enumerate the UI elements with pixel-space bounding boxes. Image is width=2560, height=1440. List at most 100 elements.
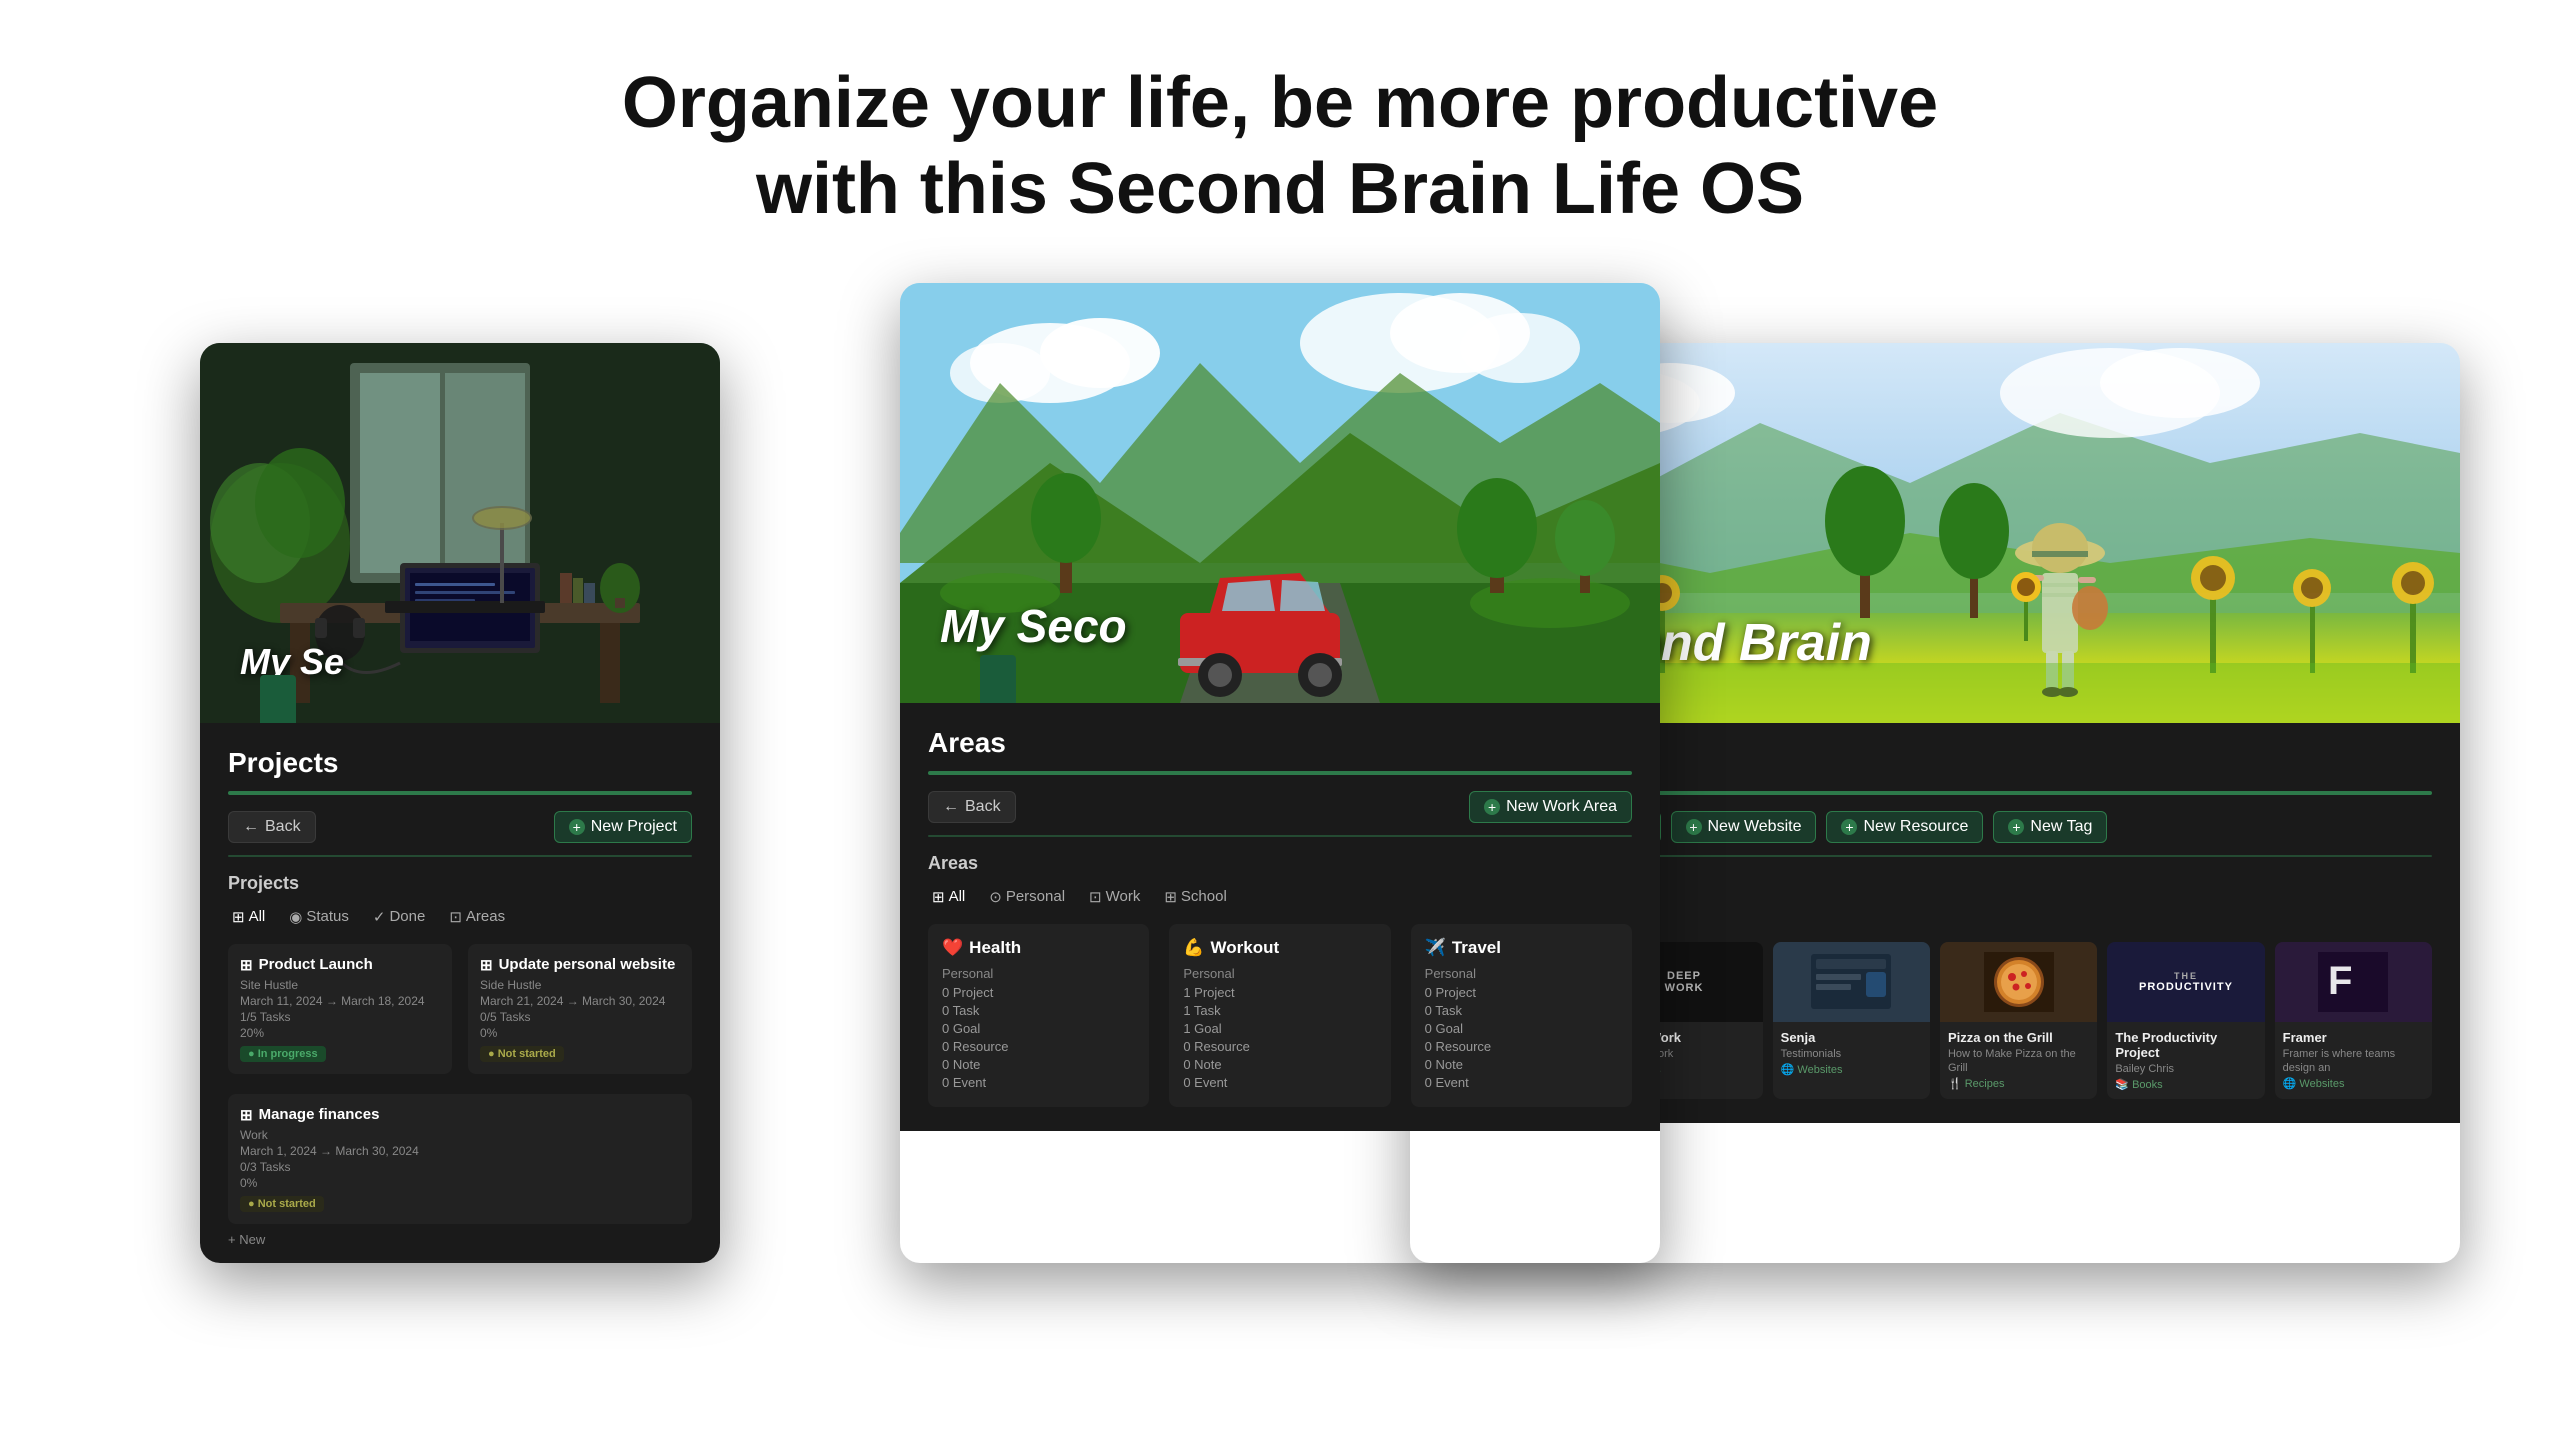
check-icon: ✓ (373, 908, 386, 926)
area-workout: 💪 Workout Personal 1 Project 1 Task 1 Go… (1169, 924, 1390, 1107)
grid-icon: ⊞ (232, 908, 245, 926)
project-1-status: ● In progress (240, 1046, 326, 1062)
areas-toolbar: ← Back + New Work Area (928, 791, 1632, 823)
project-icon-2: ⊞ (480, 956, 493, 974)
new-resource-btn[interactable]: + New Resource (1826, 811, 1983, 843)
travel-events: 0 Event (1425, 1075, 1618, 1090)
cards-wrapper: My Se Projects ← Back + New Project Proj… (0, 283, 2560, 1383)
work-icon: ⊡ (1089, 888, 1102, 906)
projects-card-image: My Se (200, 343, 720, 723)
resource-name-6: Framer (2283, 1030, 2424, 1045)
center-card-title: My Seco (940, 599, 1127, 653)
page-header: Organize your life, be more productive w… (0, 0, 2560, 273)
projects-sub-title: Projects (228, 873, 692, 894)
project-1-category: Site Hustle (240, 978, 440, 992)
resource-info-5: The Productivity Project Bailey Chris 📚 … (2107, 1022, 2264, 1099)
travel-notes: 0 Note (1425, 1057, 1618, 1072)
travel-title: ✈️ Travel (1425, 938, 1618, 958)
health-icon: ❤️ (942, 938, 963, 958)
resource-name-5: The Productivity Project (2115, 1030, 2256, 1060)
resource-info-4: Pizza on the Grill How to Make Pizza on … (1940, 1022, 2097, 1099)
health-resources: 0 Resource (942, 1039, 1135, 1054)
resource-item-6[interactable]: F Framer Framer is where teams design an… (2275, 942, 2432, 1099)
personal-icon: ⊙ (989, 888, 1002, 906)
new-tag-btn[interactable]: + New Tag (1993, 811, 2107, 843)
area-travel: ✈️ Travel Personal 0 Project 0 Task 0 Go… (1411, 924, 1632, 1107)
resource-tag-3: 🌐 Websites (1781, 1063, 1922, 1076)
resource-item-5[interactable]: THE PRODUCTIVITY The Productivity Projec… (2107, 942, 2264, 1099)
travel-icon: ✈️ (1425, 938, 1446, 958)
project-3-category: Work (240, 1128, 680, 1142)
resource-desc-5: Bailey Chris (2115, 1062, 2256, 1076)
food-svg (1984, 952, 2054, 1012)
project-2-progress: 0% (480, 1026, 680, 1040)
travel-projects: 0 Project (1425, 985, 1618, 1000)
project-3-status: ● Not started (240, 1196, 324, 1212)
areas-filter-all[interactable]: ⊞ All (928, 886, 969, 908)
workout-notes: 0 Note (1183, 1057, 1376, 1072)
framer-svg: F (2318, 952, 2388, 1012)
travel-tasks: 0 Task (1425, 1003, 1618, 1018)
projects-content: Projects ← Back + New Project Projects ⊞… (200, 723, 720, 1263)
new-work-area-btn[interactable]: + New Work Area (1469, 791, 1632, 823)
filter-all[interactable]: ⊞ All (228, 906, 269, 928)
workout-resources: 0 Resource (1183, 1039, 1376, 1054)
resource-item-3[interactable]: Senja Testimonials 🌐 Websites (1773, 942, 1930, 1099)
headline: Organize your life, be more productive w… (0, 60, 2560, 233)
new-project-btn[interactable]: + New Project (554, 811, 692, 843)
areas-plus-icon: + (1484, 799, 1500, 815)
project-3-progress: 0% (240, 1176, 680, 1190)
projects-card: My Se Projects ← Back + New Project Proj… (200, 343, 720, 1263)
resource-desc-4: How to Make Pizza on the Grill (1948, 1047, 2089, 1076)
project-2-status: ● Not started (480, 1046, 564, 1062)
new-website-btn[interactable]: + New Website (1671, 811, 1817, 843)
left-bookmark (260, 675, 296, 723)
resource-desc-6: Framer is where teams design an (2283, 1047, 2424, 1076)
projects-bar (228, 791, 692, 795)
resource-thumb-3 (1773, 942, 1930, 1022)
areas-card-image: My Seco (900, 283, 1660, 703)
new-project-inline-btn[interactable]: + New (228, 1232, 692, 1247)
back-arrow-icon: ← (243, 818, 259, 836)
status-icon: ◉ (289, 908, 302, 926)
project-2-date: March 21, 2024 → March 30, 2024 (480, 994, 680, 1008)
resource-item-4[interactable]: Pizza on the Grill How to Make Pizza on … (1940, 942, 2097, 1099)
filter-areas[interactable]: ⊡ Areas (445, 906, 509, 928)
workout-icon: 💪 (1183, 938, 1204, 958)
project-item-1: ⊞ Product Launch Site Hustle March 11, 2… (228, 944, 452, 1074)
website-svg (1811, 954, 1891, 1009)
areas-filter-school[interactable]: ⊞ School (1160, 886, 1230, 908)
areas-sub-title: Areas (928, 853, 1632, 874)
resource-thumb-5: THE PRODUCTIVITY (2107, 942, 2264, 1022)
health-title: ❤️ Health (942, 938, 1135, 958)
project-1-date: March 11, 2024 → March 18, 2024 (240, 994, 440, 1008)
project-3-date: March 1, 2024 → March 30, 2024 (240, 1144, 680, 1158)
tag-plus-icon: + (2008, 819, 2024, 835)
resource-plus-icon: + (1841, 819, 1857, 835)
project-row-1: ⊞ Product Launch Site Hustle March 11, 2… (228, 944, 692, 1074)
plus-icon: + (569, 819, 585, 835)
project-1-tasks: 1/5 Tasks (240, 1010, 440, 1024)
project-2-tasks: 0/5 Tasks (480, 1010, 680, 1024)
workout-goals: 1 Goal (1183, 1021, 1376, 1036)
health-goals: 0 Goal (942, 1021, 1135, 1036)
resource-thumb-4 (1940, 942, 2097, 1022)
filter-status[interactable]: ◉ Status (285, 906, 353, 928)
project-3-title: ⊞ Manage finances (240, 1106, 680, 1124)
project-icon-3: ⊞ (240, 1106, 253, 1124)
travel-resources: 0 Resource (1425, 1039, 1618, 1054)
project-item-2: ⊞ Update personal website Side Hustle Ma… (468, 944, 692, 1074)
filter-done[interactable]: ✓ Done (369, 906, 429, 928)
projects-back-btn[interactable]: ← Back (228, 811, 316, 843)
projects-divider (228, 855, 692, 857)
areas-content: Areas ← Back + New Work Area Areas ⊞ All (900, 703, 1660, 1131)
areas-card: My Seco Areas ← Back + New Work Area Are… (900, 283, 1660, 1263)
areas-filter-work[interactable]: ⊡ Work (1085, 886, 1144, 908)
projects-section-title: Projects (228, 747, 692, 779)
project-2-title: ⊞ Update personal website (480, 956, 680, 974)
resource-name-3: Senja (1781, 1030, 1922, 1045)
areas-icon: ⊡ (449, 908, 462, 926)
areas-filter-personal[interactable]: ⊙ Personal (985, 886, 1069, 908)
svg-text:F: F (2328, 959, 2352, 1003)
areas-back-btn[interactable]: ← Back (928, 791, 1016, 823)
